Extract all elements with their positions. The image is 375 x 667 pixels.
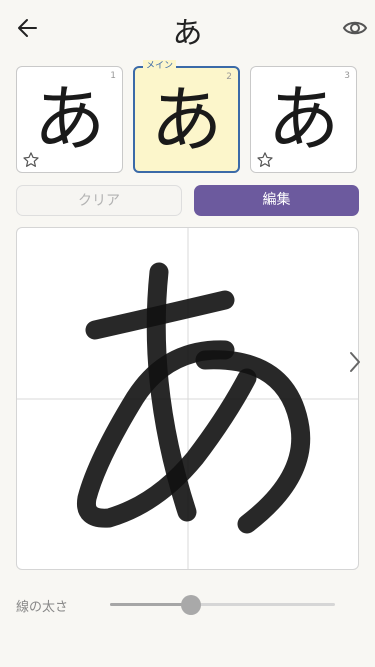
edit-button[interactable]: 編集 — [194, 185, 359, 216]
variant-card-2[interactable]: メイン 2 あ — [133, 60, 240, 173]
drawing-canvas[interactable] — [16, 227, 359, 570]
drawing-surface[interactable] — [17, 228, 359, 570]
variant-card-1[interactable]: 1 あ — [16, 66, 123, 173]
variant-card-3[interactable]: 3 あ — [250, 66, 357, 173]
page-title: あ — [172, 16, 203, 51]
preview-button[interactable] — [341, 14, 369, 42]
stroke-width-label: 線の太さ — [16, 600, 69, 615]
slider-fill — [110, 603, 191, 606]
slider-thumb[interactable] — [181, 595, 201, 615]
chevron-right-icon — [350, 352, 360, 372]
variant-glyph: あ — [150, 78, 223, 162]
header: あ — [0, 0, 375, 56]
stroke-width-slider[interactable] — [110, 595, 335, 615]
star-outline-icon[interactable] — [22, 151, 40, 169]
clear-button[interactable]: クリア — [16, 185, 182, 216]
star-outline-icon[interactable] — [256, 151, 274, 169]
next-button[interactable] — [344, 349, 366, 375]
eye-icon — [342, 21, 368, 35]
handwritten-stroke — [77, 262, 311, 534]
